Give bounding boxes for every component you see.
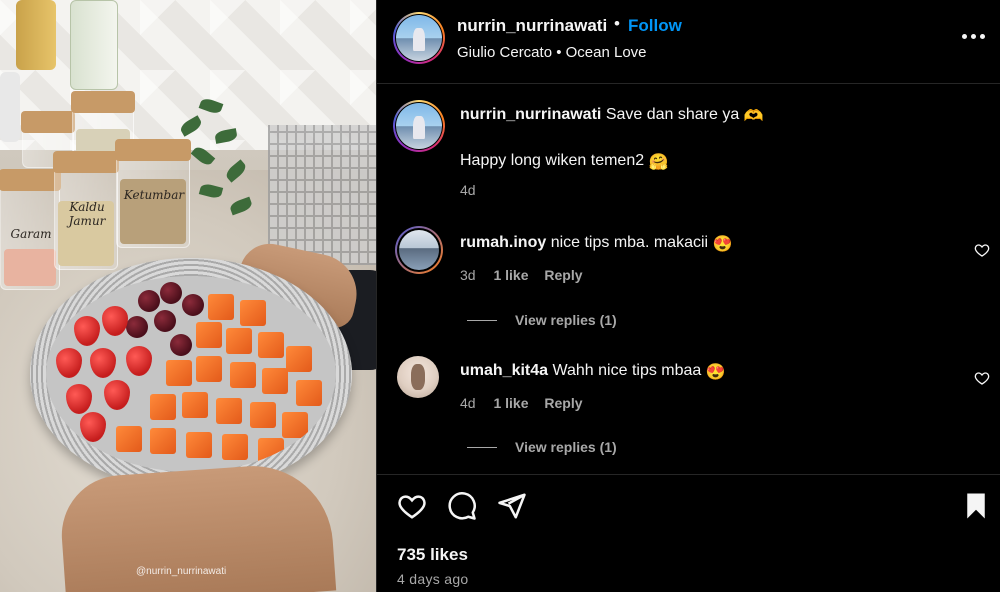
- caption-line-2: Happy long wiken temen2 🤗: [460, 152, 668, 172]
- jar-label: Garam: [10, 227, 52, 242]
- jar-ketumbar: Ketumbar: [115, 139, 191, 248]
- comment-body: umah_kit4a Wahh nice tips mbaa 😍: [460, 362, 726, 382]
- heart-hands-emoji: 🫶: [743, 108, 764, 125]
- comment-username[interactable]: umah_kit4a: [460, 362, 548, 379]
- jar-garam: Garam: [0, 169, 61, 290]
- replies-divider: [467, 446, 497, 448]
- media-watermark: @nurrin_nurrinawati: [136, 566, 227, 577]
- caption-text: Save dan share ya: [605, 106, 740, 123]
- audio-track-link[interactable]: Giulio Cercato • Ocean Love: [457, 44, 647, 61]
- post-header: nurrin_nurrinawati • Follow Giulio Cerca…: [377, 0, 1000, 84]
- comment-avatar[interactable]: [397, 356, 439, 398]
- save-bookmark-icon[interactable]: [961, 491, 991, 521]
- post-actions: 735 likes 4 days ago: [377, 474, 1000, 592]
- caption-username[interactable]: nurrin_nurrinawati: [460, 106, 601, 123]
- caption-time: 4d: [460, 182, 476, 198]
- caption-line-1: nurrin_nurrinawati Save dan share ya 🫶: [460, 106, 764, 126]
- hugging-face-emoji: 🤗: [648, 154, 669, 171]
- share-send-icon[interactable]: [497, 491, 527, 521]
- comment-text: nice tips mba. makacii: [550, 234, 709, 251]
- comment-text: Wahh nice tips mbaa: [552, 362, 702, 379]
- view-replies-label: View replies (1): [515, 439, 617, 455]
- comment-username[interactable]: rumah.inoy: [460, 234, 546, 251]
- comment-time: 3d: [460, 267, 476, 283]
- comment-body: rumah.inoy nice tips mba. makacii 😍: [460, 234, 732, 254]
- heart-eyes-emoji: 😍: [705, 364, 726, 381]
- post-panel: nurrin_nurrinawati • Follow Giulio Cerca…: [376, 0, 1000, 592]
- jar-label: Ketumbar: [123, 188, 185, 203]
- likes-count[interactable]: 735 likes: [397, 545, 468, 565]
- follow-button[interactable]: Follow: [628, 16, 682, 36]
- comment-meta: 3d 1 like Reply: [460, 267, 583, 283]
- canister: [0, 72, 20, 142]
- replies-divider: [467, 319, 497, 321]
- comment-bubble-icon[interactable]: [447, 491, 477, 521]
- fruit-bowl: [46, 276, 336, 472]
- header-separator: •: [614, 14, 620, 33]
- like-comment-heart-icon[interactable]: [974, 242, 990, 258]
- jar-kaldu-jamur: Kaldu Jamur: [53, 151, 119, 270]
- comment-likes[interactable]: 1 like: [493, 395, 528, 411]
- heart-eyes-emoji: 😍: [712, 236, 733, 253]
- caption-avatar[interactable]: [393, 100, 445, 152]
- more-options-icon[interactable]: [961, 24, 985, 48]
- comment-avatar[interactable]: [395, 226, 443, 274]
- post-timestamp: 4 days ago: [397, 571, 469, 587]
- author-avatar[interactable]: [393, 12, 445, 64]
- author-username[interactable]: nurrin_nurrinawati: [457, 16, 607, 36]
- like-heart-icon[interactable]: [397, 491, 427, 521]
- comments-list[interactable]: nurrin_nurrinawati Save dan share ya 🫶 H…: [377, 84, 1000, 474]
- jar-label: Kaldu Jamur: [68, 199, 106, 228]
- comment-time: 4d: [460, 395, 476, 411]
- post-media[interactable]: Garam Kaldu Jamur Ketumbar @nurrin_nurri…: [0, 0, 376, 592]
- caption-text-2: Happy long wiken temen2: [460, 152, 645, 169]
- view-replies-label: View replies (1): [515, 312, 617, 328]
- comment-meta: 4d 1 like Reply: [460, 395, 583, 411]
- reply-button[interactable]: Reply: [544, 395, 582, 411]
- like-comment-heart-icon[interactable]: [974, 370, 990, 386]
- oil-bottle: [16, 0, 56, 70]
- dish-rack: [268, 125, 376, 265]
- view-replies-button[interactable]: View replies (1): [467, 439, 617, 455]
- view-replies-button[interactable]: View replies (1): [467, 312, 617, 328]
- fruit-tray: [30, 258, 352, 490]
- reply-button[interactable]: Reply: [544, 267, 582, 283]
- sauce-bottle: [70, 0, 118, 90]
- comment-likes[interactable]: 1 like: [493, 267, 528, 283]
